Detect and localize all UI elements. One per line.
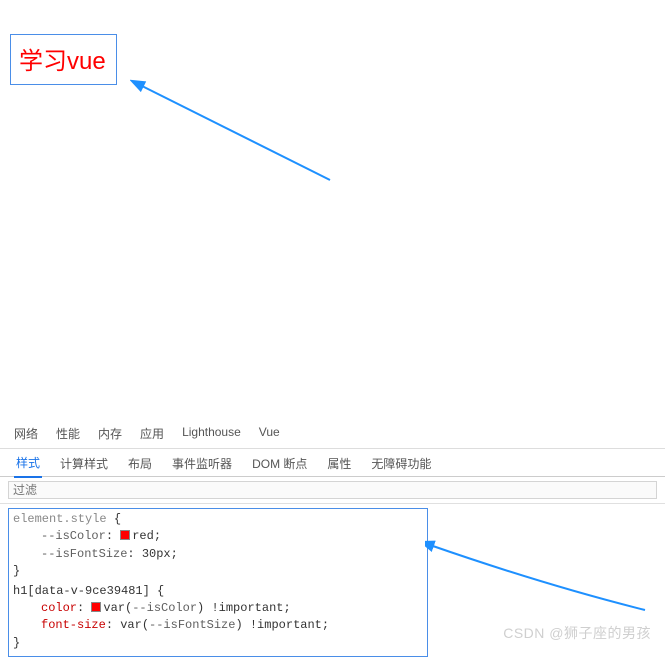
- tab-memory[interactable]: 内存: [98, 425, 122, 442]
- open-brace: {: [157, 584, 164, 598]
- rendered-heading: 学习vue: [10, 34, 117, 85]
- color-swatch-icon[interactable]: [120, 530, 130, 540]
- css-rule-h1[interactable]: h1[data-v-9ce39481] { color: var(--isCol…: [13, 583, 423, 653]
- subtab-dom-breakpoints[interactable]: DOM 断点: [250, 449, 309, 477]
- rendered-heading-text: 学习vue: [19, 48, 106, 75]
- css-selector: element.style: [13, 512, 107, 526]
- close-brace: }: [13, 564, 20, 578]
- css-declaration[interactable]: --isFontSize: 30px;: [13, 546, 423, 563]
- tab-lighthouse[interactable]: Lighthouse: [182, 425, 241, 442]
- watermark-text: CSDN @狮子座的男孩: [503, 623, 651, 643]
- open-brace: {: [114, 512, 121, 526]
- devtools-main-tabs: 网络 性能 内存 应用 Lighthouse Vue: [0, 418, 665, 449]
- subtab-styles[interactable]: 样式: [14, 448, 42, 478]
- tab-vue[interactable]: Vue: [259, 425, 280, 442]
- color-swatch-icon[interactable]: [91, 602, 101, 612]
- close-brace: }: [13, 636, 20, 650]
- tab-application[interactable]: 应用: [140, 425, 164, 442]
- tab-performance[interactable]: 性能: [56, 425, 80, 442]
- css-declaration[interactable]: --isColor: red;: [13, 528, 423, 545]
- subtab-properties[interactable]: 属性: [325, 449, 353, 477]
- styles-rules-box: element.style { --isColor: red; --isFont…: [8, 508, 428, 657]
- devtools-sub-tabs: 样式 计算样式 布局 事件监听器 DOM 断点 属性 无障碍功能: [0, 449, 665, 477]
- annotation-arrow-top: [130, 70, 350, 190]
- filter-row: [0, 477, 665, 504]
- subtab-accessibility[interactable]: 无障碍功能: [369, 449, 433, 477]
- devtools-panel: 网络 性能 内存 应用 Lighthouse Vue 样式 计算样式 布局 事件…: [0, 418, 665, 653]
- tab-network[interactable]: 网络: [14, 425, 38, 442]
- subtab-computed[interactable]: 计算样式: [58, 449, 110, 477]
- subtab-event-listeners[interactable]: 事件监听器: [170, 449, 234, 477]
- filter-input[interactable]: [8, 481, 657, 499]
- css-selector: h1[data-v-9ce39481]: [13, 584, 150, 598]
- css-rule-element-style[interactable]: element.style { --isColor: red; --isFont…: [13, 511, 423, 581]
- subtab-layout[interactable]: 布局: [126, 449, 154, 477]
- css-declaration[interactable]: font-size: var(--isFontSize) !important;: [13, 617, 423, 634]
- css-declaration[interactable]: color: var(--isColor) !important;: [13, 600, 423, 617]
